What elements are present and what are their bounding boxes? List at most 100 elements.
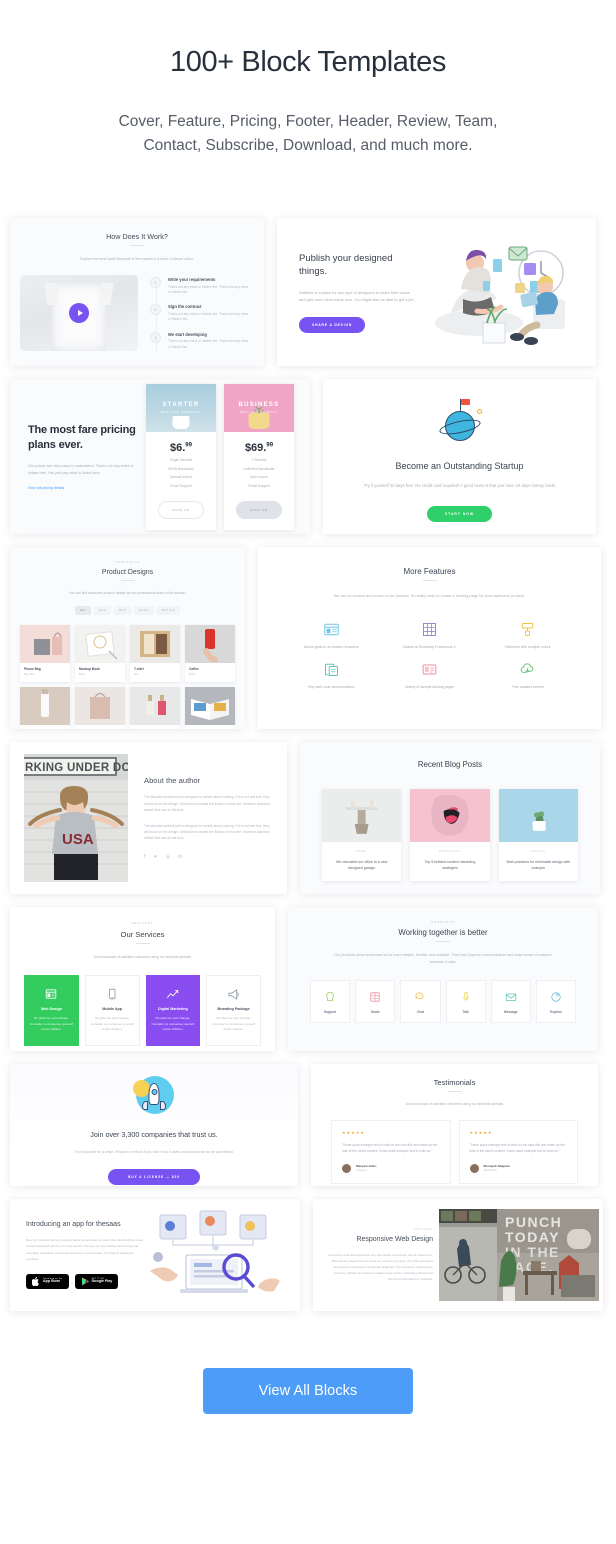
blog-post-title: Top 5 brilliant content marketing strate… xyxy=(424,860,476,871)
pricing-text: The most fare pricing plans ever. Our pr… xyxy=(28,423,136,490)
plan-feature: Manual Import xyxy=(170,475,192,480)
service-desc: He pities be xpct change. Consider no no… xyxy=(212,1016,255,1032)
template-card-how-it-works[interactable]: How Does It Work? Explore the best SaaS … xyxy=(10,218,264,367)
together-tile-chat[interactable]: Chat xyxy=(400,980,441,1024)
steps-list: 1 Write your requirements Theirs not any… xyxy=(150,275,254,359)
branding-icon xyxy=(212,987,255,1001)
template-card-services[interactable]: SERVICES Our Services Join thousands of … xyxy=(10,907,275,1052)
services-eyebrow: SERVICES xyxy=(131,922,154,926)
testimonial-author: Maryam Amiri Oniquent xyxy=(342,1163,440,1173)
template-card-join[interactable]: Join over 3,300 companies that trust us.… xyxy=(10,1064,298,1187)
blog-post[interactable]: NEWS We relocated our office to a new de… xyxy=(322,789,402,882)
facebook-icon[interactable]: f xyxy=(144,854,145,860)
product-item[interactable]: ShampooBottle xyxy=(20,687,70,730)
product-item[interactable]: Coffee Bottle xyxy=(185,625,235,683)
service-card-mobile-app[interactable]: Mobile App He pities be xpct change. Con… xyxy=(84,975,140,1046)
template-card-about-author[interactable]: RKING UNDER DOOR USA About the author xyxy=(10,742,287,895)
google-play-badge[interactable]: GET IT ON Google Play xyxy=(74,1273,119,1289)
cloud-download-icon xyxy=(479,661,577,678)
template-card-working-together[interactable]: PRODUCTS Working together is better Our … xyxy=(288,907,598,1052)
product-category: Bottle xyxy=(189,673,196,677)
product-item[interactable]: ElixirBottle xyxy=(130,687,180,730)
template-card-publish[interactable]: Publish your designed things. Dribbble i… xyxy=(277,218,596,367)
plan-header: BUSINESS BEST FOR COMPANY xyxy=(224,383,294,432)
service-card-branding[interactable]: Branding Package He pities be xpct chang… xyxy=(206,975,261,1046)
template-card-startup[interactable]: Become an Outstanding Startup Try it you… xyxy=(323,379,596,535)
page-title: 100+ Block Templates xyxy=(170,46,446,78)
blog-thumb xyxy=(410,789,490,843)
template-card-app[interactable]: Introducing an app for thesaas Now for m… xyxy=(10,1199,300,1312)
twitter-icon[interactable]: ✦ xyxy=(153,854,157,860)
instagram-icon[interactable]: ◎ xyxy=(166,854,170,860)
author-photo: RKING UNDER DOOR USA xyxy=(24,754,128,883)
plan-body: $6.99 Single Website 50GB Bandwidth Manu… xyxy=(146,432,216,530)
template-row-2: The most fare pricing plans ever. Our pr… xyxy=(10,379,606,535)
app-store-badge[interactable]: Download on the App Store xyxy=(26,1273,69,1289)
template-row-5: SERVICES Our Services Join thousands of … xyxy=(10,907,606,1052)
pricing-details-link[interactable]: View full pricing details xyxy=(28,486,136,490)
svg-text:USA: USA xyxy=(62,831,94,848)
plan-feature: 7 Website xyxy=(251,458,267,463)
service-title: Branding Package xyxy=(217,1007,250,1012)
talk-mic-icon xyxy=(449,990,483,1004)
pages-icon xyxy=(380,661,478,678)
plan-signup-button[interactable]: Sign Up xyxy=(236,500,282,519)
author-role: Oniquent xyxy=(356,1169,367,1173)
template-card-responsive[interactable]: FEATURE Responsive Web Design Instrument… xyxy=(313,1199,603,1312)
filter-tab[interactable]: Bottle xyxy=(156,606,180,616)
together-tile-support[interactable]: Support xyxy=(310,980,351,1024)
hero-section: 100+ Block Templates Cover, Feature, Pri… xyxy=(10,0,606,158)
plan-feature: Unlimited Bandwidth xyxy=(243,466,275,471)
buy-license-button[interactable]: Buy a license — $39 xyxy=(108,1169,200,1186)
publish-title: Publish your designed things. xyxy=(299,252,393,278)
plan-card-business[interactable]: BUSINESS BEST FOR COMPANY $69.99 7 Websi… xyxy=(224,383,294,530)
document-icon xyxy=(282,661,380,678)
service-card-digital-marketing[interactable]: Digital Marketing He pities be xpct chan… xyxy=(145,975,201,1046)
features-subtitle: We are so excited and proud of our produ… xyxy=(333,593,526,599)
badge-large-text: App Store xyxy=(43,1279,61,1284)
product-item[interactable]: Mockup Book Book xyxy=(75,625,125,683)
video-thumbnail[interactable] xyxy=(20,275,138,352)
filter-tab[interactable]: Book xyxy=(134,606,154,616)
template-card-blog[interactable]: Recent Blog Posts NEWS We relocated our … xyxy=(300,742,600,895)
product-thumb xyxy=(75,625,125,664)
template-card-testimonials[interactable]: Testimonials Join thousands of satisfied… xyxy=(311,1064,598,1187)
service-card-web-design[interactable]: Web Design He pities be xpct change. Con… xyxy=(24,975,79,1046)
plan-signup-button[interactable]: Sign Up xyxy=(158,500,204,519)
template-card-pricing[interactable]: The most fare pricing plans ever. Our pr… xyxy=(10,379,310,535)
plan-card-starter[interactable]: STARTER BEST FOR PERSONAL $6.99 Single W… xyxy=(146,383,216,530)
blog-category: MARKETING xyxy=(438,850,462,854)
template-card-product-designs[interactable]: PORTFOLIO Product Designs You can find a… xyxy=(10,547,245,730)
publish-illustration xyxy=(417,237,596,347)
filter-tab[interactable]: Box xyxy=(114,606,132,616)
together-label: Guide xyxy=(370,1010,380,1015)
together-subtitle: Our products allow businesses to be more… xyxy=(334,953,552,965)
together-tile-guide[interactable]: Guide xyxy=(355,980,396,1024)
product-item[interactable]: Paper BagBag xyxy=(75,687,125,730)
share-design-button[interactable]: Share a design xyxy=(299,316,366,333)
template-card-more-features[interactable]: More Features We are so excited and prou… xyxy=(258,547,601,730)
testimonials-subtitle: Join thousands of satisfied customers us… xyxy=(405,1102,504,1107)
together-tile-talk[interactable]: Talk xyxy=(445,980,486,1024)
linkedin-icon[interactable]: in xyxy=(178,854,182,860)
app-title: Introducing an app for thesaas xyxy=(26,1221,121,1229)
blog-post[interactable]: DESIGN Best practices for minimalist des… xyxy=(498,789,578,882)
product-item[interactable]: Phone Bag Bag, Box xyxy=(20,625,70,683)
together-tile-explore[interactable]: Explore xyxy=(535,980,577,1024)
filter-tab[interactable]: Bag xyxy=(94,606,112,616)
play-icon[interactable] xyxy=(69,303,89,324)
blog-post[interactable]: MARKETING Top 5 brilliant content market… xyxy=(410,789,490,882)
filter-tab[interactable]: All xyxy=(75,606,92,616)
footer-cta: View All Blocks xyxy=(10,1324,606,1415)
product-item[interactable]: T-shirt Box xyxy=(130,625,180,683)
together-tile-message[interactable]: Message xyxy=(490,980,531,1024)
explore-chart-icon xyxy=(539,990,573,1004)
divider xyxy=(422,580,437,582)
start-now-button[interactable]: Start Now xyxy=(426,506,493,523)
step-title: We start developing xyxy=(168,331,207,337)
divider xyxy=(120,580,135,582)
view-all-blocks-button[interactable]: View All Blocks xyxy=(202,1368,414,1415)
star-rating: ★★★★★ xyxy=(342,1130,365,1136)
features-title: More Features xyxy=(403,567,456,577)
product-item[interactable]: MagazineBook xyxy=(185,687,235,730)
